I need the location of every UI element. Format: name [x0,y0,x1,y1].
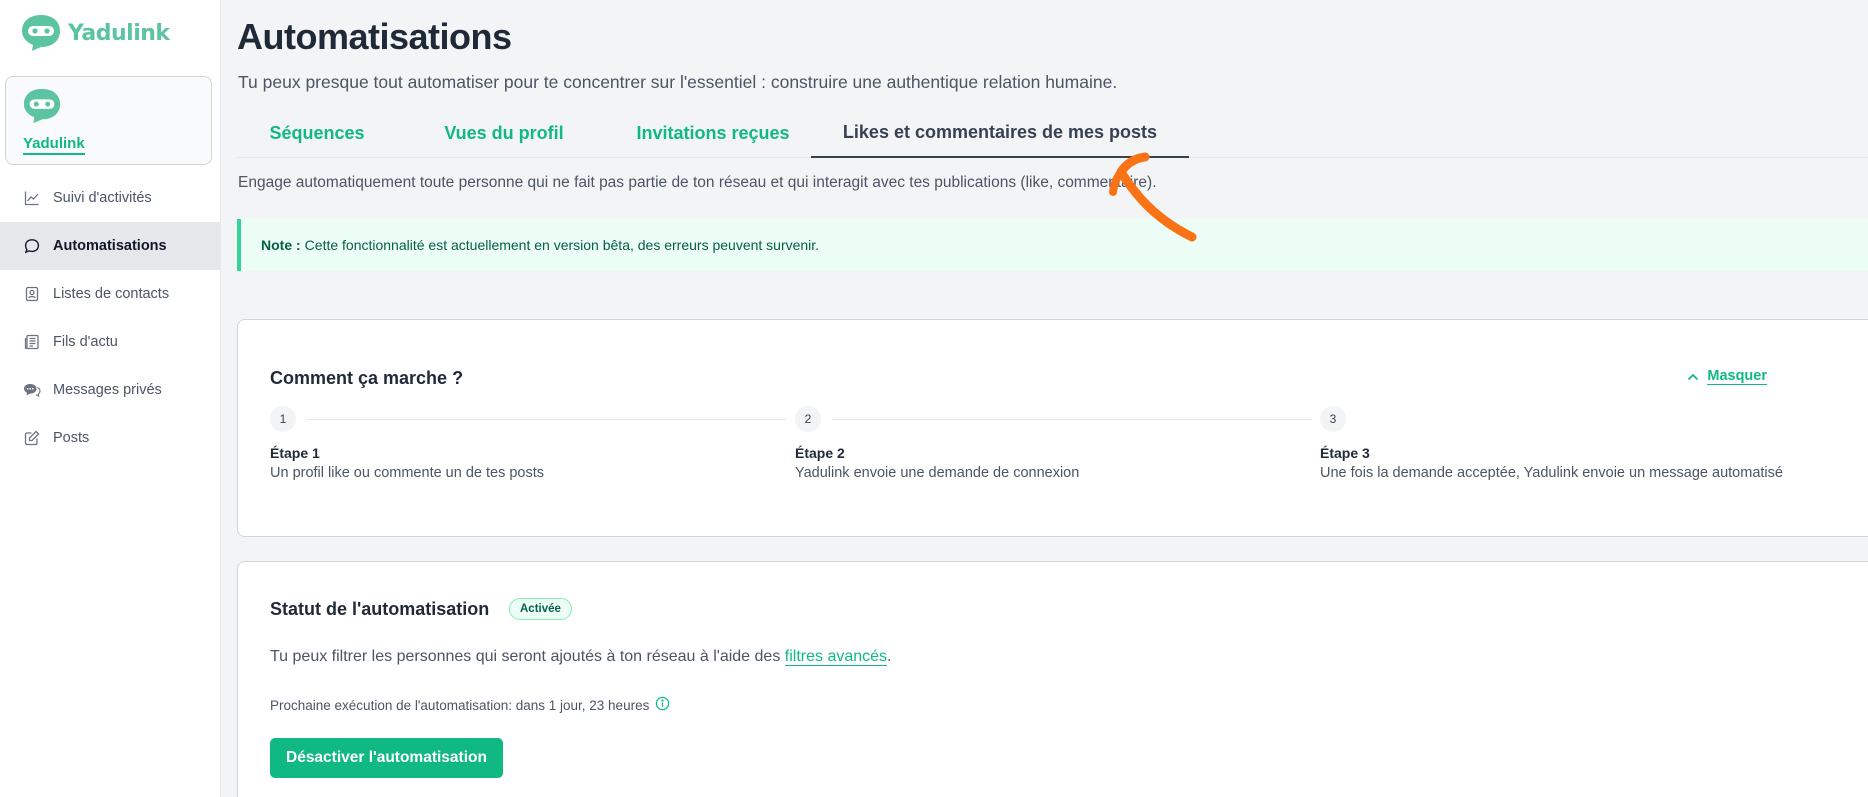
contact-book-icon [23,285,41,303]
chevron-up-icon [1687,369,1699,385]
info-icon[interactable] [655,696,670,714]
filter-description: Tu peux filtrer les personnes qui seront… [270,648,891,666]
automation-status-card: Statut de l'automatisation Activée Tu pe… [237,561,1868,797]
step-1-number: 1 [270,406,296,432]
tab-sequences[interactable]: Séquences [237,108,397,158]
sidebar-item-posts[interactable]: Posts [0,414,220,462]
main-content: Automatisations Tu peux presque tout aut… [237,0,1868,797]
deactivate-automation-button[interactable]: Désactiver l'automatisation [270,738,503,778]
sidebar-item-private-messages[interactable]: Messages privés [0,366,220,414]
note-text: Cette fonctionnalité est actuellement en… [304,237,820,253]
status-title: Statut de l'automatisation [270,599,490,619]
messages-icon [23,381,41,399]
sidebar-item-contact-lists[interactable]: Listes de contacts [0,270,220,318]
sidebar-item-label: Listes de contacts [53,286,170,302]
advanced-filters-link[interactable]: filtres avancés [784,648,888,666]
account-card[interactable]: Yadulink [5,76,212,165]
tab-likes-comments[interactable]: Likes et commentaires de mes posts [811,108,1189,158]
sidebar-item-label: Suivi d'activités [53,190,152,206]
newspaper-icon [23,333,41,351]
how-it-works-title: Comment ça marche ? [270,368,464,388]
robot-avatar-icon [23,88,61,124]
sidebar-item-label: Messages privés [53,382,162,398]
step-1-description: Un profil like ou commente un de tes pos… [270,465,545,481]
avatar [22,86,62,131]
brand-logo[interactable]: Yadulink [20,12,170,54]
status-badge: Activée [509,598,572,620]
sidebar-item-activity[interactable]: Suivi d'activités [0,174,220,222]
sidebar-item-automations[interactable]: Automatisations [0,222,220,270]
sidebar-item-label: Posts [53,430,90,446]
step-3-number: 3 [1320,406,1346,432]
step-3-description: Une fois la demande acceptée, Yadulink e… [1320,465,1783,481]
tab-bar: Séquences Vues du profil Invitations reç… [237,108,1868,158]
sidebar-item-label: Automatisations [53,238,167,254]
note-prefix: Note : [261,237,301,253]
step-connector [306,419,786,420]
chat-bubble-icon [23,237,41,255]
step-2-description: Yadulink envoie une demande de connexion [795,465,1080,481]
tab-profile-views[interactable]: Vues du profil [417,108,591,158]
robot-logo-icon [22,15,60,51]
step-2-number: 2 [795,406,821,432]
page-subtitle: Tu peux presque tout automatiser pour te… [238,72,1118,92]
step-connector [832,419,1312,420]
edit-square-icon [23,429,41,447]
hide-toggle-label: Masquer [1707,368,1767,385]
hide-toggle-button[interactable]: Masquer [1687,368,1767,385]
next-run-info: Prochaine exécution de l'automatisation:… [270,696,670,714]
step-3-title: Étape 3 [1320,445,1370,461]
tab-received-invitations[interactable]: Invitations reçues [611,108,815,158]
sidebar: Yadulink Yadulink Suivi d'activités Auto… [0,0,221,797]
next-run-text: Prochaine exécution de l'automatisation:… [270,697,650,713]
step-2-title: Étape 2 [795,445,845,461]
page-title: Automatisations [237,16,512,57]
how-it-works-card: Comment ça marche ? Masquer 1 Étape 1 Un… [237,319,1868,537]
chart-line-icon [23,189,41,207]
account-name[interactable]: Yadulink [23,135,85,155]
tab-description: Engage automatiquement toute personne qu… [238,174,1157,191]
beta-note: Note : Cette fonctionnalité est actuelle… [237,219,1868,271]
sidebar-item-news-feed[interactable]: Fils d'actu [0,318,220,366]
sidebar-item-label: Fils d'actu [53,334,118,350]
brand-name: Yadulink [68,20,170,46]
step-1-title: Étape 1 [270,445,320,461]
filter-text-before: Tu peux filtrer les personnes qui seront… [270,648,785,665]
sidebar-nav: Suivi d'activités Automatisations Listes… [0,174,220,462]
filter-text-after: . [887,648,892,665]
